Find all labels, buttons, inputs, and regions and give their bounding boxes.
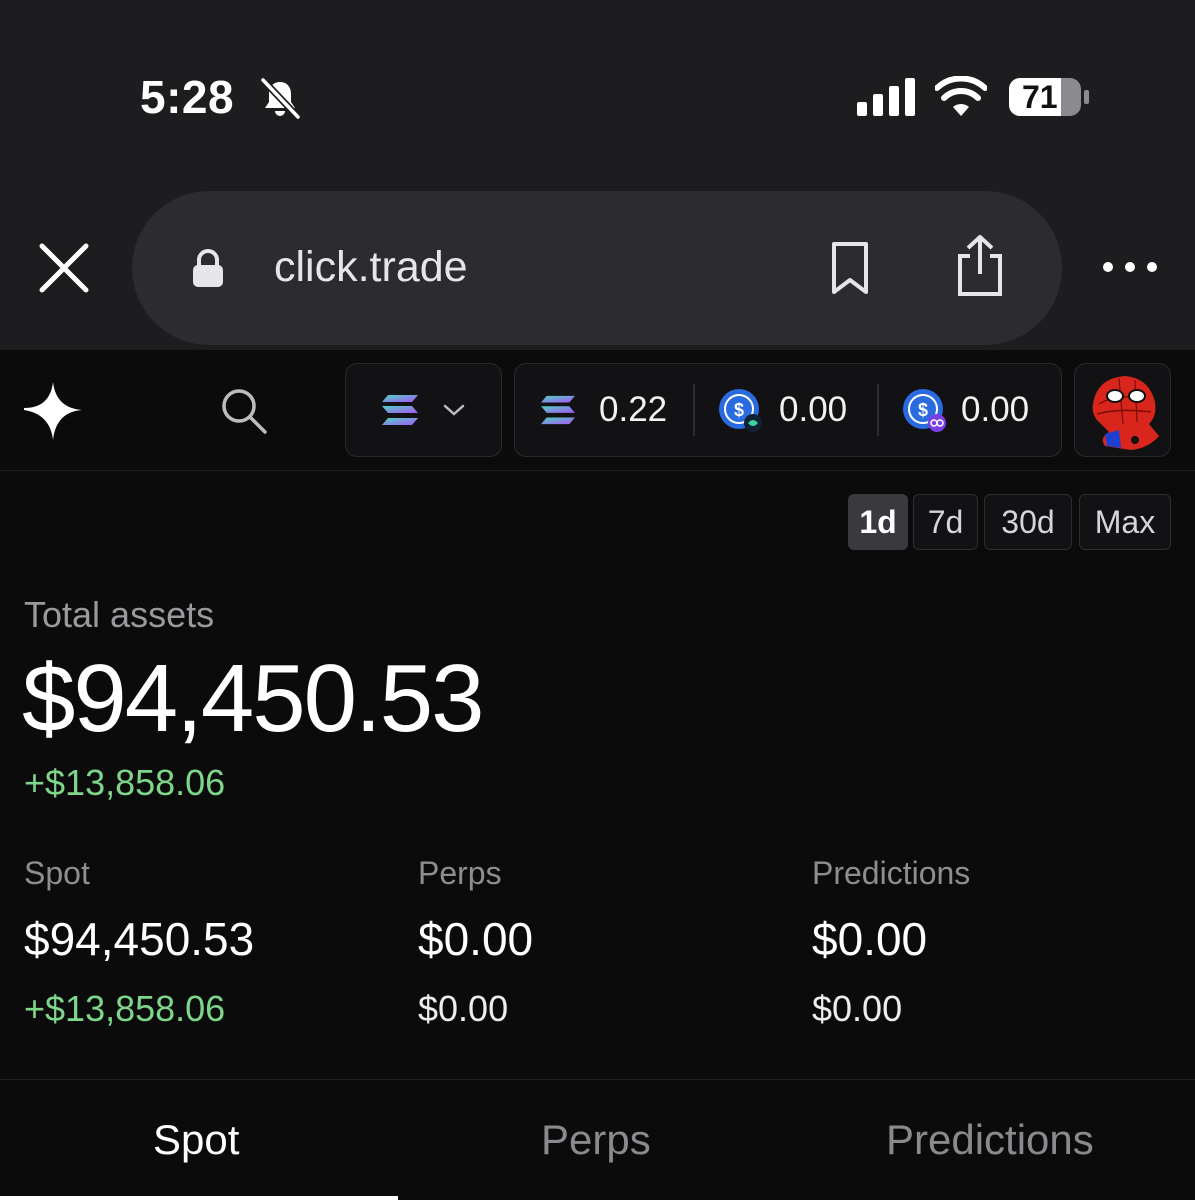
battery-level: 71 [1022, 79, 1058, 115]
balance-value: 0.00 [779, 390, 848, 429]
chain-selector[interactable] [345, 363, 502, 457]
tab-predictions[interactable]: Predictions [886, 1116, 1094, 1164]
search-icon[interactable] [218, 385, 270, 437]
range-1d[interactable]: 1d [848, 494, 908, 550]
spot-value: $94,450.53 [24, 913, 255, 965]
divider [877, 384, 879, 436]
url-text[interactable]: click.trade [274, 243, 468, 292]
solana-icon [541, 395, 575, 425]
usdc-bridged-icon: $ [903, 389, 946, 432]
svg-text:$: $ [734, 400, 744, 420]
total-assets-label: Total assets [24, 594, 215, 635]
close-icon[interactable] [36, 240, 92, 296]
active-tab-indicator [0, 1196, 398, 1200]
wifi-icon [935, 76, 987, 116]
spot-label: Spot [24, 855, 90, 891]
usdc-icon: $ [719, 389, 762, 432]
balance-usdc-bridged[interactable]: $ 0.00 [901, 364, 1029, 456]
predictions-value: $0.00 [812, 913, 928, 965]
total-assets-value: $94,450.53 [22, 645, 484, 752]
range-7d[interactable]: 7d [913, 494, 978, 550]
share-icon[interactable] [952, 234, 1008, 298]
chevron-down-icon [443, 404, 465, 416]
perps-label: Perps [418, 855, 502, 891]
bell-muted-icon [260, 77, 301, 120]
more-options-icon[interactable] [1100, 252, 1160, 282]
solana-icon [382, 395, 418, 425]
spot-change: +$13,858.06 [24, 988, 226, 1029]
status-time: 5:28 [140, 71, 235, 123]
bookmark-icon[interactable] [826, 240, 874, 296]
divider [693, 384, 695, 436]
cellular-signal-icon [857, 78, 915, 116]
range-30d[interactable]: 30d [984, 494, 1072, 550]
battery-indicator: 71 [1008, 77, 1092, 117]
tab-spot[interactable]: Spot [153, 1116, 239, 1164]
predictions-change: $0.00 [812, 988, 903, 1029]
perps-change: $0.00 [418, 988, 509, 1029]
tab-perps[interactable]: Perps [541, 1116, 651, 1164]
predictions-label: Predictions [812, 855, 971, 891]
click-logo-icon[interactable] [20, 378, 86, 444]
perps-value: $0.00 [418, 913, 534, 965]
balance-solana[interactable]: 0.22 [539, 364, 667, 456]
balance-usdc[interactable]: $ 0.00 [717, 364, 847, 456]
address-bar[interactable] [132, 191, 1062, 345]
avatar[interactable] [1074, 363, 1171, 457]
wallet-balances[interactable]: 0.22 $ 0.00 $ 0.00 [514, 363, 1062, 457]
avatar-image [1092, 376, 1159, 450]
total-assets-change: +$13,858.06 [24, 762, 226, 803]
range-max[interactable]: Max [1079, 494, 1171, 550]
lock-icon [193, 249, 223, 287]
balance-value: 0.22 [599, 390, 668, 429]
svg-text:$: $ [918, 400, 928, 420]
balance-value: 0.00 [961, 390, 1030, 429]
